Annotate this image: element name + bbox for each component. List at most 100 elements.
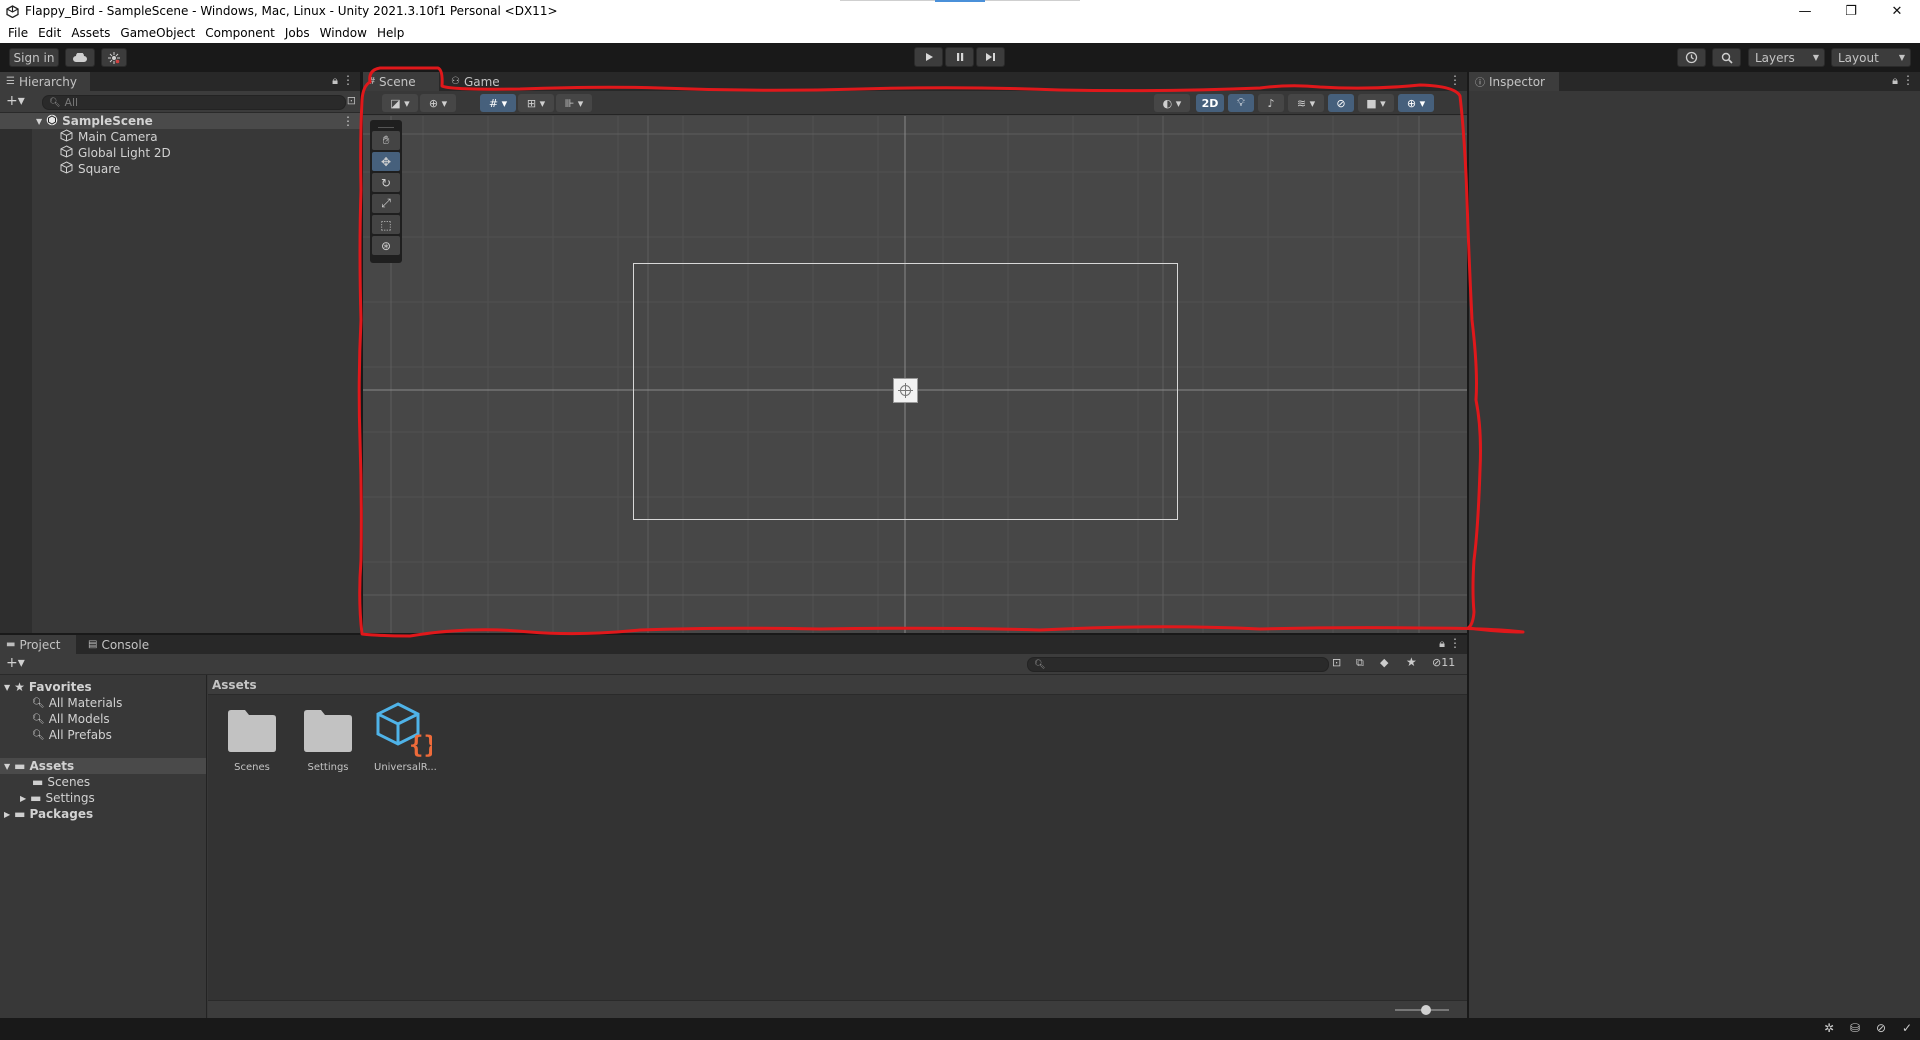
lighting-toggle-icon[interactable]: 💡︎ xyxy=(1228,94,1254,112)
layers-dropdown[interactable]: Layers ▼ xyxy=(1748,48,1825,67)
shading-dropdown[interactable]: ◐ ▾ xyxy=(1154,94,1190,112)
close-button[interactable]: ✕ xyxy=(1874,0,1920,22)
more-options-icon[interactable]: ⋮ xyxy=(342,114,354,128)
scene-viewport[interactable] xyxy=(363,116,1467,633)
asset-item-scenes[interactable]: Scenes xyxy=(224,707,280,773)
favorite-star-icon[interactable]: ★ xyxy=(1406,655,1417,669)
hierarchy-search-input[interactable]: 🔍︎ All xyxy=(42,95,346,110)
transform-tool-icon[interactable]: ⊛ xyxy=(372,236,400,255)
hand-tool-icon[interactable]: ✋︎ xyxy=(372,131,400,150)
square-sprite[interactable] xyxy=(893,378,918,403)
move-tool-icon[interactable]: ✥ xyxy=(372,152,400,171)
label-tag-icon[interactable]: ◆ xyxy=(1380,656,1388,669)
increment-snap-dropdown[interactable]: ⊪ ▾ xyxy=(556,94,592,112)
add-icon[interactable]: +▾ xyxy=(6,655,25,671)
expand-arrow-icon[interactable]: ▶ xyxy=(4,810,10,819)
camera-dropdown[interactable]: ■ ▾ xyxy=(1358,94,1394,112)
asset-breadcrumb[interactable]: Assets xyxy=(208,675,1467,695)
expand-arrow-icon[interactable]: ▼ xyxy=(4,683,10,692)
folder-icon xyxy=(228,710,276,752)
asset-item-universal-render[interactable]: {} UniversalR... xyxy=(374,701,438,773)
tab-inspector[interactable]: ⓘ Inspector xyxy=(1469,72,1559,91)
menu-edit[interactable]: Edit xyxy=(38,26,61,40)
pause-button[interactable] xyxy=(945,47,974,67)
sign-in-button[interactable]: Sign in xyxy=(9,48,59,67)
hierarchy-item-global-light[interactable]: Global Light 2D xyxy=(0,145,171,161)
tree-folder-scenes[interactable]: ▬ Scenes xyxy=(32,774,90,790)
hidden-packages-toggle[interactable]: ⊘ 11 xyxy=(1432,656,1455,669)
tree-favorites[interactable]: ▼ ★ Favorites xyxy=(4,679,92,695)
tree-favorite-models[interactable]: 🔍︎ All Models xyxy=(32,711,110,727)
minimize-button[interactable]: — xyxy=(1782,0,1828,22)
menu-window[interactable]: Window xyxy=(320,26,367,40)
layout-dropdown[interactable]: Layout ▼ xyxy=(1831,48,1911,67)
asset-footer xyxy=(208,1000,1467,1018)
search-icon[interactable] xyxy=(1712,48,1741,67)
pivot-mode-dropdown[interactable]: ⊕ ▾ xyxy=(420,94,456,112)
menu-file[interactable]: File xyxy=(8,26,28,40)
effects-dropdown[interactable]: ≋ ▾ xyxy=(1288,94,1324,112)
lock-icon[interactable]: 🔒︎ xyxy=(332,74,338,88)
cache-server-icon[interactable]: ⛁ xyxy=(1850,1021,1860,1035)
menu-component[interactable]: Component xyxy=(205,26,275,40)
expand-arrow-icon[interactable]: ▼ xyxy=(36,117,42,126)
rotate-tool-icon[interactable]: ↻ xyxy=(372,173,400,192)
tab-console[interactable]: ▤ Console xyxy=(82,635,162,654)
gizmos-dropdown[interactable]: ⊕ ▾ xyxy=(1398,94,1434,112)
lock-icon[interactable]: 🔒︎ xyxy=(1892,74,1898,88)
auto-generate-lighting-icon[interactable]: ⊘ xyxy=(1876,1021,1886,1035)
progress-check-icon[interactable]: ✓ xyxy=(1902,1021,1912,1035)
search-options-icon[interactable]: ⊡ xyxy=(347,94,356,107)
menu-help[interactable]: Help xyxy=(377,26,404,40)
tab-scene[interactable]: # Scene xyxy=(363,72,439,91)
cloud-icon[interactable] xyxy=(65,48,95,67)
hierarchy-scene-row[interactable]: ▼ SampleScene ⋮ xyxy=(0,113,360,129)
tree-favorite-materials[interactable]: 🔍︎ All Materials xyxy=(32,695,122,711)
tree-folder-settings[interactable]: ▶ ▬ Settings xyxy=(20,790,95,806)
history-icon[interactable] xyxy=(1677,48,1706,67)
tree-favorite-prefabs[interactable]: 🔍︎ All Prefabs xyxy=(32,727,112,743)
snap-increment-dropdown[interactable]: ⊞ ▾ xyxy=(518,94,554,112)
window-title: Flappy_Bird - SampleScene - Windows, Mac… xyxy=(25,4,558,18)
more-options-icon[interactable]: ⋮ xyxy=(1449,73,1461,87)
expand-arrow-icon[interactable]: ▶ xyxy=(20,794,26,803)
more-options-icon[interactable]: ⋮ xyxy=(1449,636,1461,650)
add-icon[interactable]: +▾ xyxy=(6,93,25,109)
tab-project[interactable]: ▬ Project xyxy=(0,635,76,654)
project-search-input[interactable]: 🔍︎ xyxy=(1027,657,1329,672)
palette-handle[interactable] xyxy=(378,122,394,128)
bug-icon[interactable]: ✲ xyxy=(1824,1021,1834,1035)
menu-gameobject[interactable]: GameObject xyxy=(120,26,195,40)
icon-size-slider-thumb[interactable] xyxy=(1421,1005,1431,1015)
restore-button[interactable]: ❐ xyxy=(1828,0,1874,22)
menu-assets[interactable]: Assets xyxy=(71,26,110,40)
folder-icon xyxy=(304,710,352,752)
menu-jobs[interactable]: Jobs xyxy=(285,26,310,40)
more-options-icon[interactable]: ⋮ xyxy=(1902,73,1914,87)
expand-arrow-icon[interactable]: ▼ xyxy=(4,762,10,771)
filter-type-icon[interactable]: ⧉ xyxy=(1356,656,1364,670)
more-options-icon[interactable]: ⋮ xyxy=(342,73,354,87)
search-by-type-icon[interactable]: ⊡ xyxy=(1332,656,1341,669)
play-button[interactable] xyxy=(914,47,943,67)
audio-toggle-icon[interactable]: ♪ xyxy=(1258,94,1284,112)
tool-palette: ✋︎ ✥ ↻ ⤢ ⬚ ⊛ xyxy=(370,120,402,263)
svg-text:{}: {} xyxy=(409,731,432,757)
rect-tool-icon[interactable]: ⬚ xyxy=(372,215,400,234)
hierarchy-item-main-camera[interactable]: Main Camera xyxy=(0,129,158,145)
lock-icon[interactable]: 🔒︎ xyxy=(1439,637,1445,651)
tab-hierarchy[interactable]: ☰ Hierarchy xyxy=(0,72,90,91)
draw-mode-dropdown[interactable]: ◪ ▾ xyxy=(382,94,418,112)
2d-toggle[interactable]: 2D xyxy=(1196,94,1224,112)
tree-assets[interactable]: ▼ ▬ Assets xyxy=(0,758,206,774)
tree-packages[interactable]: ▶ ▬ Packages xyxy=(4,806,93,822)
asset-item-settings[interactable]: Settings xyxy=(300,707,356,773)
hierarchy-item-square[interactable]: Square xyxy=(0,161,120,177)
visibility-toggle-icon[interactable]: ⊘ xyxy=(1328,94,1354,112)
scale-tool-icon[interactable]: ⤢ xyxy=(372,194,400,213)
collab-icon[interactable] xyxy=(101,48,127,67)
tab-game[interactable]: ⚇ Game xyxy=(445,72,515,91)
step-button[interactable] xyxy=(976,47,1005,67)
grid-snap-dropdown[interactable]: # ▾ xyxy=(480,94,516,112)
effects-icon: ≋ xyxy=(1296,96,1307,110)
